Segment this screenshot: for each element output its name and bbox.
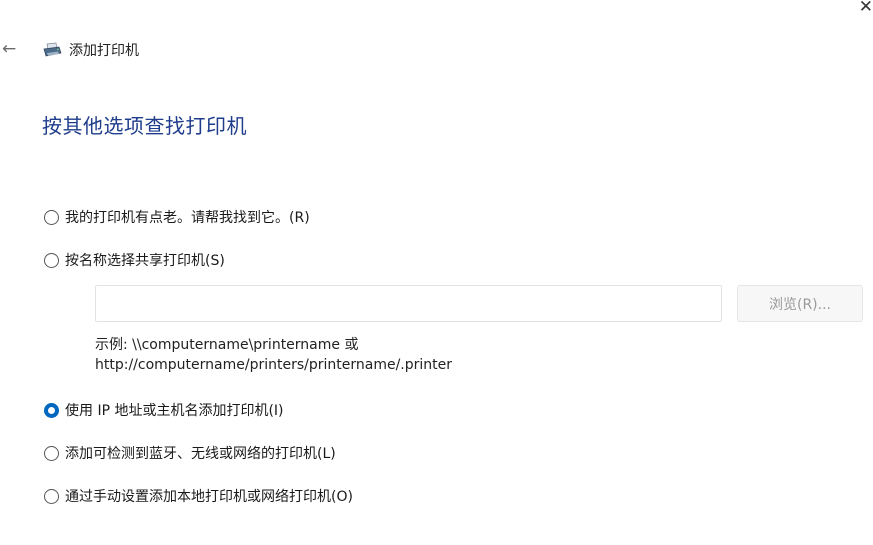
option-label: 通过手动设置添加本地打印机或网络打印机(O) bbox=[65, 489, 353, 505]
window-title-bar: 添加打印机 bbox=[42, 40, 139, 60]
printer-icon bbox=[43, 42, 62, 57]
page-heading: 按其他选项查找打印机 bbox=[42, 114, 247, 138]
option-discoverable[interactable]: 添加可检测到蓝牙、无线或网络的打印机(L) bbox=[44, 443, 336, 463]
option-label: 添加可检测到蓝牙、无线或网络的打印机(L) bbox=[65, 446, 336, 462]
shared-printer-name-input[interactable] bbox=[95, 285, 722, 322]
example-line-2: http://computername/printers/printername… bbox=[95, 357, 453, 373]
radio-shared-by-name[interactable] bbox=[44, 252, 59, 268]
close-icon: ✕ bbox=[858, 0, 873, 17]
radio-discoverable[interactable] bbox=[44, 445, 59, 461]
option-shared-by-name[interactable]: 按名称选择共享打印机(S) bbox=[44, 250, 225, 270]
option-label: 我的打印机有点老。请帮我找到它。(R) bbox=[65, 210, 310, 226]
back-arrow-icon: ← bbox=[2, 39, 17, 59]
option-label: 按名称选择共享打印机(S) bbox=[65, 253, 225, 269]
browse-button[interactable]: 浏览(R)... bbox=[737, 285, 863, 322]
radio-ip-hostname[interactable] bbox=[44, 402, 59, 418]
back-button[interactable]: ← bbox=[2, 40, 20, 58]
window-title: 添加打印机 bbox=[69, 43, 139, 59]
add-printer-dialog: ✕ ← 添加打印机 按其他选项查找打印机 我的打印机有点老。请帮我找到它。(R)… bbox=[0, 0, 873, 545]
example-line-1: 示例: \\computername\printername 或 bbox=[95, 337, 359, 353]
option-printer-old[interactable]: 我的打印机有点老。请帮我找到它。(R) bbox=[44, 207, 310, 227]
option-manual-settings[interactable]: 通过手动设置添加本地打印机或网络打印机(O) bbox=[44, 486, 353, 506]
radio-printer-old[interactable] bbox=[44, 209, 59, 225]
radio-manual-settings[interactable] bbox=[44, 488, 59, 504]
close-button[interactable]: ✕ bbox=[851, 0, 873, 18]
option-label: 使用 IP 地址或主机名添加打印机(I) bbox=[65, 403, 284, 419]
option-ip-hostname[interactable]: 使用 IP 地址或主机名添加打印机(I) bbox=[44, 400, 284, 420]
example-text: 示例: \\computername\printername 或 http://… bbox=[95, 335, 452, 375]
